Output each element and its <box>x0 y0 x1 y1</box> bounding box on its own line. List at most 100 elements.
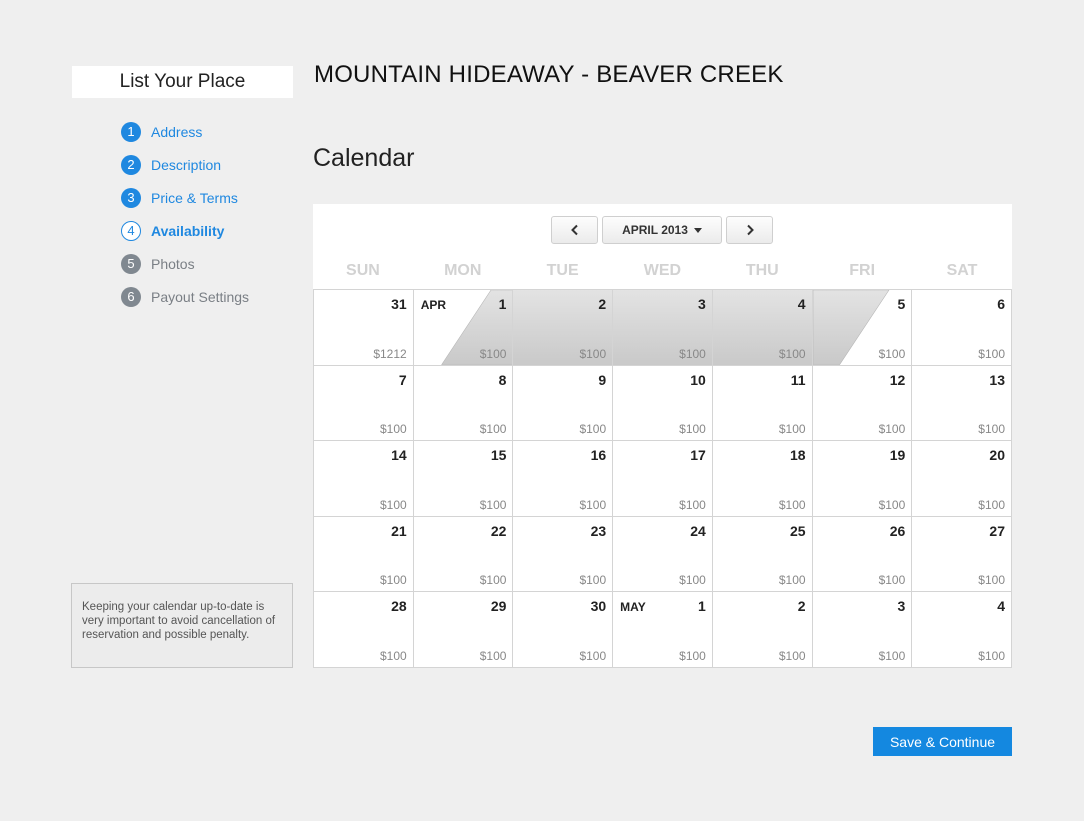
day-price: $100 <box>878 422 906 437</box>
day-price: $100 <box>878 573 906 588</box>
calendar-day-cell[interactable]: 21 $100 <box>314 516 414 593</box>
day-price: $1212 <box>373 346 407 361</box>
day-number: 26 <box>889 522 906 539</box>
day-number: 6 <box>997 296 1005 312</box>
calendar-day-cell[interactable]: 20 $100 <box>912 441 1012 517</box>
calendar-day-cell[interactable]: 14 $100 <box>314 441 414 517</box>
day-number: 25 <box>789 522 806 539</box>
day-price: $100 <box>479 648 507 663</box>
day-price: $100 <box>878 346 906 361</box>
day-price: $100 <box>479 422 507 437</box>
day-price: $100 <box>978 573 1005 588</box>
step-availability[interactable]: 4 Availability <box>121 214 249 247</box>
day-price: $100 <box>679 648 706 663</box>
calendar-day-cell[interactable]: 3 $100 <box>812 592 913 668</box>
calendar-day-cell[interactable]: 8 $100 <box>413 365 514 442</box>
weekday-label: TUE <box>546 262 579 279</box>
calendar-day-cell[interactable]: 28 $100 <box>314 592 414 668</box>
month-label: APRIL 2013 <box>622 223 688 237</box>
step-address[interactable]: 1 Address <box>121 115 249 148</box>
day-number: 15 <box>490 447 507 464</box>
calendar-day-cell[interactable]: 17 $100 <box>613 441 713 517</box>
day-number: 20 <box>989 447 1005 464</box>
calendar-day-cell[interactable]: MAY 1 $100 <box>613 592 713 668</box>
calendar-day-cell[interactable]: 9 $100 <box>513 365 614 442</box>
calendar-day-cell[interactable]: 6 $100 <box>912 290 1012 366</box>
step-label[interactable]: Address <box>151 124 202 140</box>
calendar-day-cell[interactable]: 27 $100 <box>912 516 1012 593</box>
step-description[interactable]: 2 Description <box>121 148 249 181</box>
day-number: 22 <box>490 522 507 539</box>
calendar-day-cell[interactable]: 7 $100 <box>314 365 414 442</box>
calendar: APRIL 2013 SUN MON TUE WED THU FRI SAT 3… <box>313 204 1012 668</box>
calendar-day-cell[interactable]: 5 $100 <box>812 290 913 366</box>
calendar-day-cell[interactable]: 13 $100 <box>912 365 1012 442</box>
day-price: $100 <box>778 422 806 437</box>
step-number: 2 <box>121 154 141 175</box>
calendar-day-cell[interactable]: 30 $100 <box>513 592 614 668</box>
day-number: 2 <box>797 598 806 615</box>
calendar-day-cell[interactable]: 12 $100 <box>812 365 913 442</box>
day-price: $100 <box>878 648 906 663</box>
calendar-day-cell[interactable]: 3 $100 <box>613 290 713 366</box>
calendar-tip-note: Keeping your calendar up-to-date is very… <box>71 583 293 668</box>
weekday-label: SAT <box>946 262 978 279</box>
calendar-grid: 31 $1212 APR 1 $100 2 $100 3 $100 4 $100 5 $100 6 $100… <box>313 289 1012 668</box>
calendar-day-cell[interactable]: 19 $100 <box>812 441 913 517</box>
day-price: $100 <box>978 346 1005 361</box>
steps-list: 1 Address 2 Description 3 Price & Terms … <box>121 115 249 313</box>
calendar-day-cell[interactable]: 10 $100 <box>613 365 713 442</box>
day-number: 21 <box>391 522 407 539</box>
calendar-day-cell[interactable]: 16 $100 <box>513 441 614 517</box>
calendar-day-cell[interactable]: 2 $100 <box>513 290 614 366</box>
step-price-terms[interactable]: 3 Price & Terms <box>121 181 249 214</box>
calendar-day-cell[interactable]: 29 $100 <box>413 592 514 668</box>
next-month-button[interactable] <box>726 216 773 244</box>
chevron-left-icon <box>570 224 578 236</box>
step-number: 1 <box>121 121 141 142</box>
day-price: $100 <box>579 497 607 512</box>
month-start-label: MAY <box>620 600 646 615</box>
weekday-label: SUN <box>346 262 380 279</box>
calendar-day-cell[interactable]: 26 $100 <box>812 516 913 593</box>
calendar-day-cell[interactable]: 18 $100 <box>712 441 813 517</box>
day-number: 7 <box>398 371 407 388</box>
calendar-day-cell[interactable]: 11 $100 <box>712 365 813 442</box>
day-number: 31 <box>391 296 407 312</box>
day-price: $100 <box>579 573 607 588</box>
calendar-day-cell[interactable]: APR 1 $100 <box>413 290 514 366</box>
calendar-day-cell[interactable]: 31 $1212 <box>314 290 414 366</box>
weekday-label: THU <box>745 262 779 279</box>
step-photos[interactable]: 5 Photos <box>121 247 249 280</box>
day-number: 11 <box>790 371 806 388</box>
day-number: 19 <box>889 447 906 464</box>
month-dropdown[interactable]: APRIL 2013 <box>602 216 722 244</box>
section-title: Calendar <box>313 144 415 172</box>
calendar-day-cell[interactable]: 15 $100 <box>413 441 514 517</box>
prev-month-button[interactable] <box>551 216 598 244</box>
calendar-day-cell[interactable]: 24 $100 <box>613 516 713 593</box>
calendar-day-cell[interactable]: 2 $100 <box>712 592 813 668</box>
step-label[interactable]: Photos <box>151 256 195 272</box>
day-number: 29 <box>490 598 507 615</box>
step-label[interactable]: Payout Settings <box>151 289 249 305</box>
day-price: $100 <box>778 346 806 361</box>
day-number: 30 <box>590 598 607 615</box>
calendar-day-cell[interactable]: 25 $100 <box>712 516 813 593</box>
step-label[interactable]: Price & Terms <box>151 190 238 206</box>
month-start-label: APR <box>420 298 447 312</box>
day-number: 8 <box>498 371 507 388</box>
day-price: $100 <box>978 422 1005 437</box>
day-number: 28 <box>391 598 407 615</box>
calendar-day-cell[interactable]: 22 $100 <box>413 516 514 593</box>
calendar-day-cell[interactable]: 23 $100 <box>513 516 614 593</box>
save-continue-button[interactable]: Save & Continue <box>873 727 1012 756</box>
calendar-day-cell[interactable]: 4 $100 <box>712 290 813 366</box>
day-price: $100 <box>978 648 1005 663</box>
step-label[interactable]: Availability <box>151 223 224 239</box>
step-payout-settings[interactable]: 6 Payout Settings <box>121 280 249 313</box>
day-number: 9 <box>598 371 607 388</box>
step-label[interactable]: Description <box>151 157 221 173</box>
day-price: $100 <box>878 497 906 512</box>
calendar-day-cell[interactable]: 4 $100 <box>912 592 1012 668</box>
